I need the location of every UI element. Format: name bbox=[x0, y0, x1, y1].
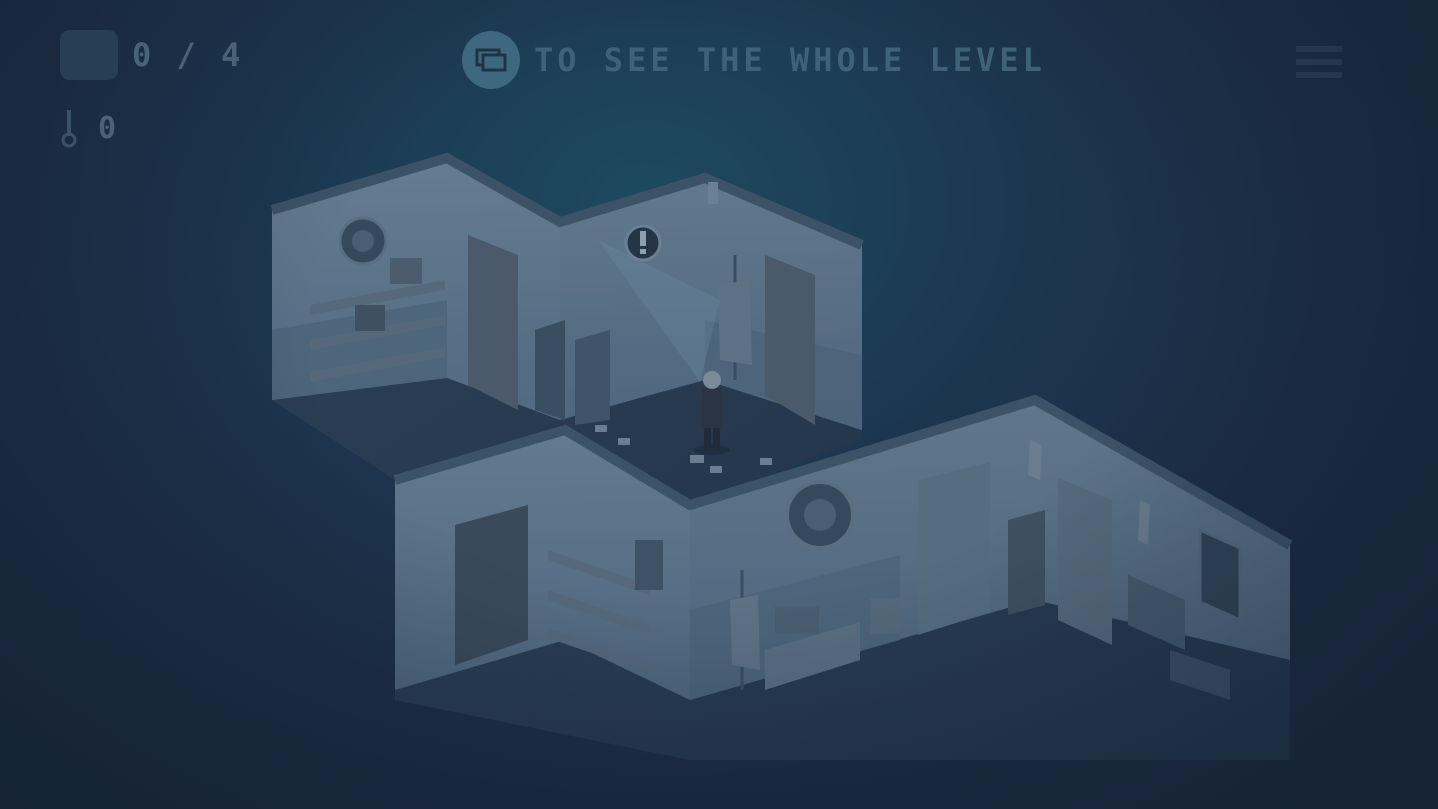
overview-cards-icon bbox=[475, 48, 507, 72]
keys-counter: 0 bbox=[58, 108, 119, 148]
exclamation-alert-icon bbox=[624, 224, 662, 262]
evidence-count: 0 / 4 bbox=[132, 36, 244, 74]
overview-button[interactable] bbox=[462, 31, 520, 89]
keys-count: 0 bbox=[98, 110, 120, 146]
ceiling-marker bbox=[708, 182, 718, 204]
lower-door-middle bbox=[918, 462, 990, 635]
key-icon bbox=[61, 110, 77, 148]
hint-text: TO SEE THE WHOLE LEVEL bbox=[534, 41, 1046, 79]
evidence-folder-icon bbox=[60, 30, 118, 80]
overview-hint: TO SEE THE WHOLE LEVEL bbox=[462, 31, 1046, 89]
evidence-counter: 0 / 4 bbox=[60, 30, 243, 80]
menu-icon[interactable] bbox=[1292, 40, 1346, 84]
chair bbox=[870, 598, 900, 634]
upper-door-right bbox=[765, 255, 815, 425]
fbi-seal-upper bbox=[338, 216, 388, 266]
upper-door-left bbox=[468, 235, 518, 410]
fbi-seal-lower bbox=[785, 480, 855, 550]
isometric-level[interactable] bbox=[0, 0, 1438, 809]
game-viewport[interactable]: 0 / 4 0 TO SEE THE WHOLE LEVEL bbox=[0, 0, 1438, 809]
lower-door-left bbox=[455, 505, 528, 665]
